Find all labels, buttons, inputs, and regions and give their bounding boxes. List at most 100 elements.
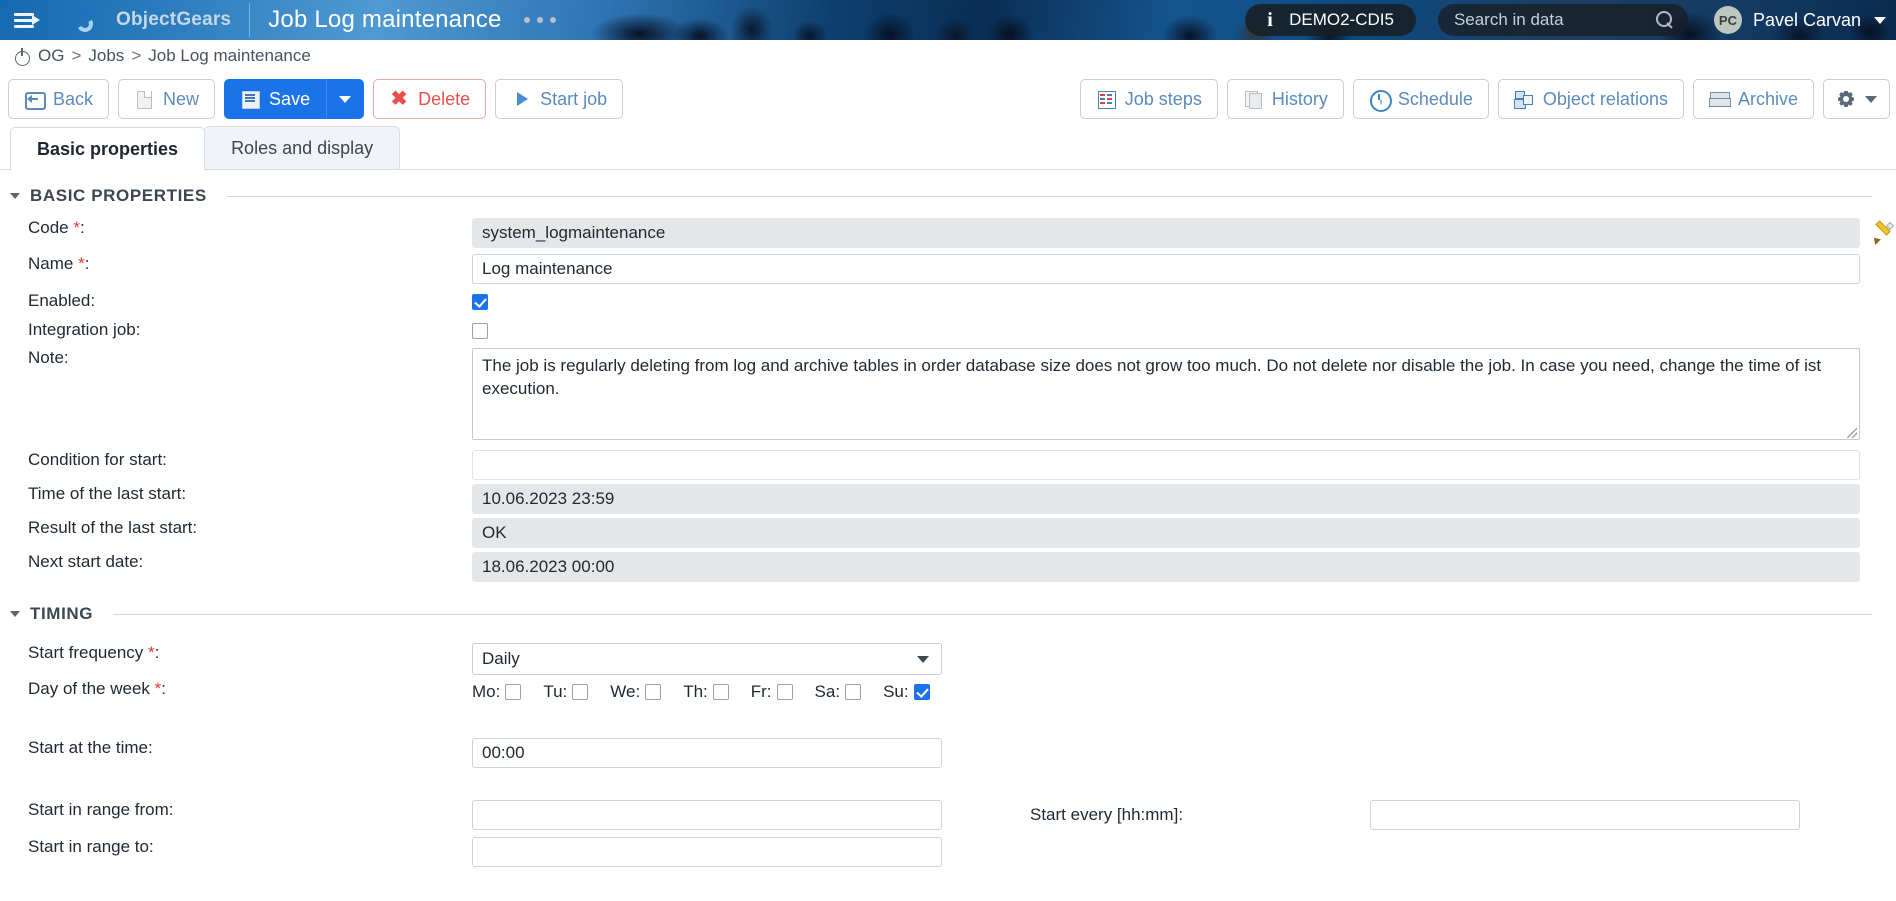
range-to-input[interactable] [472, 837, 942, 867]
search-input[interactable]: Search in data [1437, 4, 1688, 36]
save-dropdown-button[interactable] [326, 79, 365, 119]
history-button-label: History [1271, 89, 1328, 109]
schedule-button[interactable]: Schedule [1352, 79, 1489, 119]
day-su-label: Su: [883, 682, 909, 701]
chevron-down-icon[interactable] [1874, 16, 1886, 24]
environment-badge[interactable]: i DEMO2-CDI5 [1245, 4, 1416, 36]
header-divider [249, 3, 251, 37]
info-icon: i [1267, 9, 1273, 31]
field-row-condition: Condition for start: [0, 450, 1896, 480]
back-icon [24, 89, 46, 110]
object-relations-button-label: Object relations [1542, 89, 1668, 109]
day-tu: Tu: [543, 682, 589, 702]
start-every-label: Start every [hh:mm]: [1030, 805, 1184, 824]
start-time-label: Start at the time: [28, 738, 153, 757]
integration-job-checkbox[interactable] [472, 322, 488, 339]
avatar: PC [1713, 6, 1742, 34]
integration-job-label: Integration job: [28, 320, 141, 339]
range-from-label: Start in range from: [28, 800, 174, 819]
note-textarea[interactable]: The job is regularly deleting from log a… [472, 348, 1860, 440]
resize-grip-icon[interactable] [1847, 428, 1857, 438]
day-of-week-group: Mo: Tu: We: Th: Fr: Sa: Su: [472, 679, 1886, 702]
back-button[interactable]: Back [8, 79, 110, 119]
field-row-last-start: Time of the last start: 10.06.2023 23:59 [0, 484, 1896, 514]
day-th-label: Th: [683, 682, 708, 701]
object-relations-icon [1514, 89, 1534, 109]
start-job-button[interactable]: Start job [495, 79, 624, 119]
range-to-label: Start in range to: [28, 837, 154, 856]
chevron-down-icon [1865, 95, 1877, 103]
section-rule [226, 195, 1872, 197]
day-mo-checkbox[interactable] [505, 684, 522, 700]
field-row-name: Name *: Log maintenance [0, 254, 1896, 284]
archive-button-label: Archive [1737, 89, 1798, 109]
code-input: system_logmaintenance [472, 218, 1860, 248]
last-result-label: Result of the last start: [28, 518, 198, 537]
objectgears-logo-icon [75, 5, 106, 34]
power-icon[interactable] [14, 47, 31, 66]
condition-input[interactable] [472, 450, 1860, 480]
field-row-range-to: Start in range to: [0, 837, 1896, 867]
chevron-down-icon[interactable] [10, 193, 20, 199]
breadcrumb-item-jobs[interactable]: Jobs [88, 46, 124, 66]
settings-button[interactable] [1823, 79, 1890, 119]
search-icon[interactable] [1655, 11, 1674, 29]
chevron-down-icon [917, 655, 929, 663]
field-row-start-frequency: Start frequency *: Daily [0, 643, 1896, 675]
day-mo: Mo: [472, 682, 522, 702]
field-row-note: Note: The job is regularly deleting from… [0, 348, 1896, 440]
job-steps-button[interactable]: Job steps [1079, 79, 1218, 119]
field-row-code: Code *: system_logmaintenance [0, 218, 1896, 248]
section-basic-properties-title: BASIC PROPERTIES [30, 186, 207, 205]
name-field-wrap: Log maintenance [472, 254, 1886, 284]
tab-basic-properties[interactable]: Basic properties [10, 127, 206, 170]
range-from-input[interactable] [472, 800, 942, 830]
overflow-dots-icon[interactable] [523, 17, 556, 23]
start-every-input[interactable] [1370, 800, 1801, 830]
chevron-down-icon [339, 95, 352, 103]
hamburger-menu-icon[interactable] [0, 11, 54, 29]
day-of-week-label: Day of the week *: [28, 679, 166, 698]
required-marker: * [73, 218, 80, 237]
start-time-input[interactable]: 00:00 [472, 738, 942, 768]
clock-icon [1369, 89, 1392, 112]
field-row-start-time: Start at the time: 00:00 [0, 738, 1896, 768]
tab-roles-and-display[interactable]: Roles and display [204, 126, 401, 169]
save-button[interactable]: Save [224, 79, 327, 119]
day-of-week-field-wrap: Mo: Tu: We: Th: Fr: Sa: Su: [472, 679, 1886, 702]
next-start-value: 18.06.2023 00:00 [472, 552, 1860, 582]
day-tu-label: Tu: [543, 682, 568, 701]
user-menu[interactable]: PC Pavel Carvan [1713, 6, 1890, 34]
name-input[interactable]: Log maintenance [472, 254, 1860, 284]
field-row-day-of-week: Day of the week *: Mo: Tu: We: Th: Fr: S… [0, 679, 1896, 702]
start-frequency-select[interactable]: Daily [472, 643, 942, 675]
start-time-field-wrap: 00:00 [472, 738, 1886, 768]
job-steps-icon [1096, 89, 1116, 109]
brand[interactable]: ObjectGears [54, 5, 232, 34]
field-row-integration-job: Integration job: [0, 320, 1896, 340]
enabled-field-wrap [472, 291, 1886, 311]
code-label: Code *: [28, 218, 85, 237]
breadcrumb-item-og[interactable]: OG [38, 46, 64, 66]
archive-button[interactable]: Archive [1692, 79, 1814, 119]
history-button[interactable]: History [1226, 79, 1344, 119]
day-fr-checkbox[interactable] [776, 684, 793, 700]
day-th-checkbox[interactable] [712, 684, 729, 700]
enabled-checkbox[interactable] [472, 293, 488, 310]
object-relations-button[interactable]: Object relations [1497, 79, 1684, 119]
field-row-range-from: Start in range from: Start every [hh:mm]… [0, 800, 1896, 830]
day-tu-checkbox[interactable] [572, 684, 589, 700]
brand-name: ObjectGears [116, 9, 232, 30]
day-su-checkbox[interactable] [913, 684, 930, 700]
day-we-checkbox[interactable] [645, 684, 662, 700]
day-su: Su: [883, 682, 930, 702]
delete-button[interactable]: ✖ Delete [373, 79, 487, 119]
pencil-icon[interactable] [1871, 220, 1895, 245]
chevron-down-icon[interactable] [10, 611, 20, 617]
history-icon [1243, 89, 1263, 109]
new-button[interactable]: New [118, 79, 216, 119]
day-sa-checkbox[interactable] [845, 684, 862, 700]
start-frequency-field-wrap: Daily [472, 643, 1886, 675]
field-row-last-result: Result of the last start: OK [0, 518, 1896, 548]
user-name: Pavel Carvan [1752, 9, 1861, 30]
